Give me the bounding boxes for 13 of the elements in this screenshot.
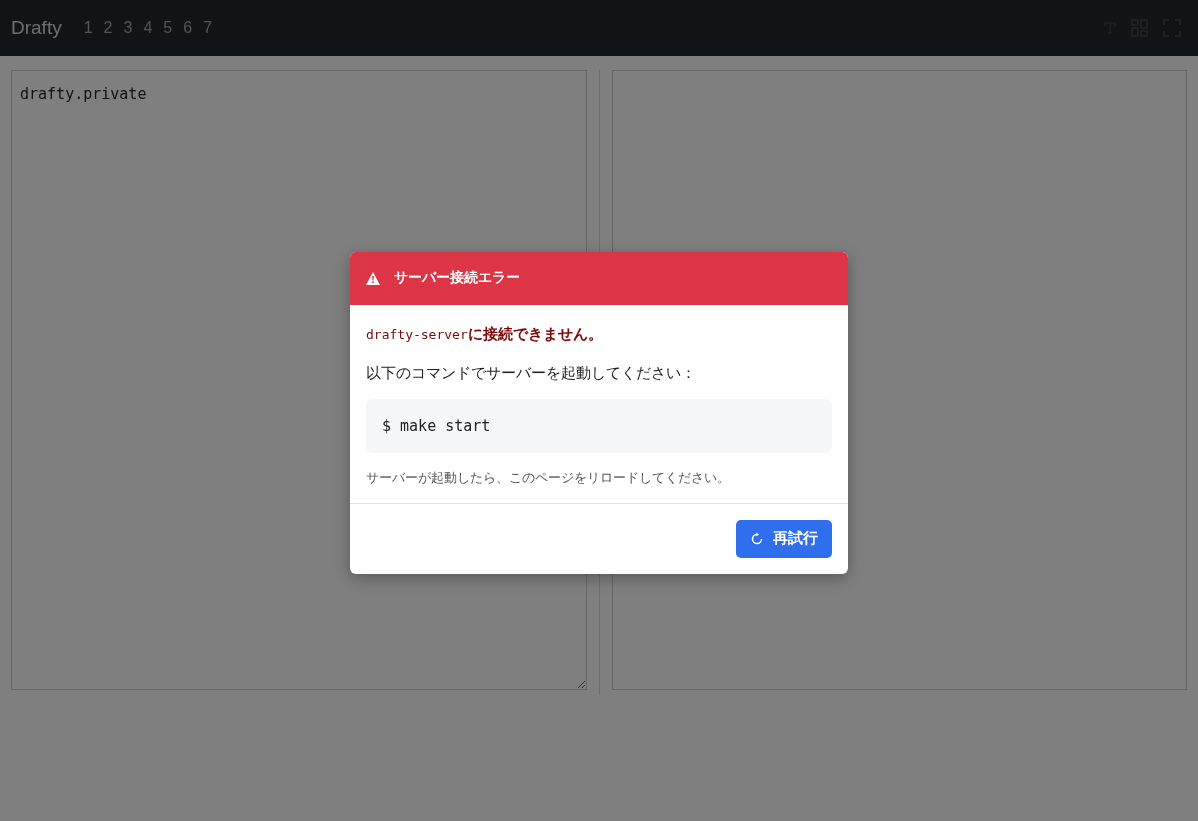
dialog-title: サーバー接続エラー: [394, 269, 520, 287]
page-link[interactable]: 1: [83, 19, 93, 37]
retry-button[interactable]: 再試行: [736, 519, 832, 558]
page-link[interactable]: 5: [163, 19, 173, 37]
page-link[interactable]: 6: [183, 19, 193, 37]
page-link[interactable]: 2: [103, 19, 113, 37]
app-title: Drafty: [11, 17, 62, 39]
warning-icon: [366, 271, 380, 285]
refresh-icon: [750, 531, 764, 546]
command-block: $ make start: [366, 398, 832, 453]
page-link[interactable]: 7: [203, 19, 213, 37]
page-link[interactable]: 4: [143, 19, 153, 37]
page-link[interactable]: 3: [123, 19, 133, 37]
